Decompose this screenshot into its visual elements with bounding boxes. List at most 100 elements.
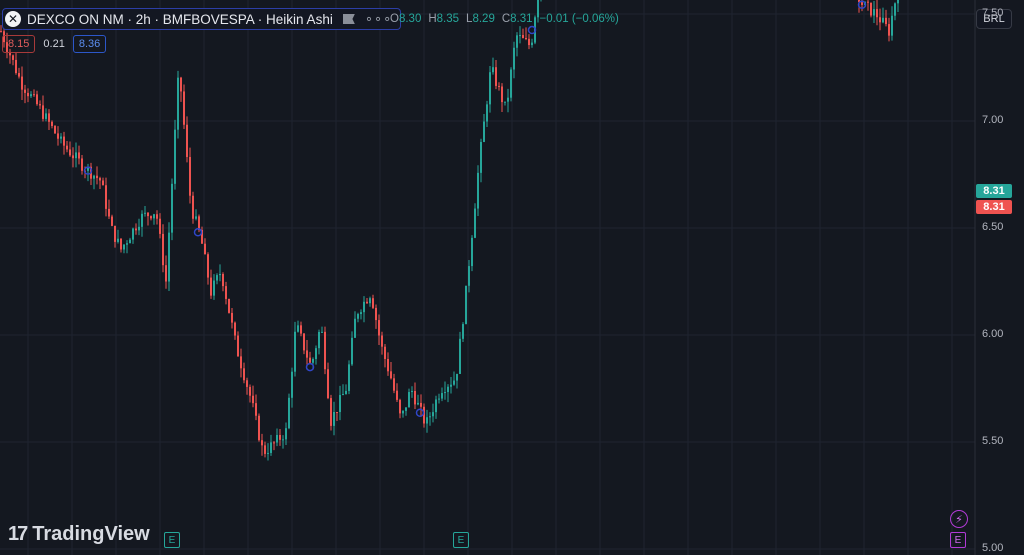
candle-up (507, 97, 509, 102)
candle-up (435, 399, 437, 413)
candle-up (291, 371, 293, 398)
spread-value: 0.21 (43, 38, 65, 50)
candle-down (225, 286, 227, 299)
candle-down (108, 208, 110, 217)
ask-button[interactable]: 8.36 (72, 35, 107, 53)
candle-up (504, 101, 506, 103)
candle-up (333, 411, 335, 426)
candle-down (204, 243, 206, 255)
y-tick-label: 7.50 (982, 7, 1004, 19)
price-chart[interactable] (0, 0, 1024, 555)
event-badge[interactable]: E (950, 532, 966, 548)
candle-up (342, 394, 344, 396)
candle-up (138, 226, 140, 231)
candle-down (330, 398, 332, 426)
candle-down (525, 37, 527, 39)
ohlc-values: O8.30 H8.35 L8.29 C8.31 −0.01 (−0.06%) (390, 13, 619, 25)
candle-up (117, 238, 119, 242)
candle-down (303, 333, 305, 351)
low-value: 8.29 (472, 13, 495, 25)
candle-down (159, 218, 161, 234)
candle-down (420, 402, 422, 407)
candle-down (396, 390, 398, 400)
chart-header: ✕ DEXCO ON NM · 2h · BMFBOVESPA · Heikin… (0, 0, 975, 34)
candle-up (486, 104, 488, 122)
candle-up (168, 232, 170, 282)
candle-up (417, 402, 419, 405)
chart-grid (0, 0, 976, 555)
candle-up (93, 175, 95, 179)
candle-up (297, 325, 299, 332)
candle-up (174, 129, 176, 184)
candle-down (57, 133, 59, 139)
candle-down (96, 175, 98, 179)
candle-down (255, 403, 257, 416)
candle-down (24, 89, 26, 93)
symbol-logo-icon: ✕ (5, 11, 21, 27)
bid-button[interactable]: 8.15 (2, 35, 36, 53)
y-tick-label: 5.00 (982, 542, 1004, 554)
bid-ask-row: 8.15 0.21 8.36 (2, 35, 107, 53)
candle-down (192, 195, 194, 219)
tradingview-watermark[interactable]: 17 TradingView (8, 523, 150, 546)
candle-down (162, 233, 164, 266)
candle-down (12, 55, 14, 60)
symbol-title[interactable]: DEXCO ON NM · 2h · BMFBOVESPA · Heikin A… (27, 12, 333, 27)
close-value: 8.31 (510, 13, 533, 25)
candle-down (222, 274, 224, 287)
candle-up (363, 301, 365, 313)
candle-up (447, 386, 449, 393)
candle-down (36, 94, 38, 105)
candle-down (237, 335, 239, 357)
high-value: 8.35 (436, 13, 460, 25)
candle-up (441, 393, 443, 399)
candle-down (147, 212, 149, 217)
candle-down (366, 301, 368, 304)
candle-down (18, 73, 20, 77)
candle-down (114, 225, 116, 242)
bolt-icon[interactable]: ⚡ (950, 510, 968, 528)
candle-up (456, 373, 458, 381)
candle-up (123, 244, 125, 250)
candle-up (126, 243, 128, 245)
open-label: O (390, 13, 399, 25)
candle-down (105, 185, 107, 209)
trade-marker (305, 362, 315, 372)
candle-down (495, 67, 497, 86)
candle-down (390, 371, 392, 379)
earnings-badge[interactable]: E (164, 532, 180, 548)
candle-down (207, 254, 209, 278)
candle-up (213, 280, 215, 296)
high-label: H (428, 13, 437, 25)
candle-down (198, 216, 200, 231)
candle-up (45, 113, 47, 119)
trade-marker (415, 408, 425, 418)
candle-up (321, 331, 323, 333)
candle-up (483, 121, 485, 142)
more-options-icon[interactable]: ∘∘∘ (365, 11, 392, 27)
candle-down (63, 136, 65, 146)
last-price-tag: 8.31 (976, 184, 1012, 198)
candle-up (438, 398, 440, 400)
candle-down (528, 38, 530, 46)
candle-up (489, 72, 491, 105)
flag-icon[interactable] (342, 14, 355, 24)
earnings-badge[interactable]: E (453, 532, 469, 548)
candle-up (195, 216, 197, 219)
candle-down (102, 180, 104, 186)
candle-up (132, 228, 134, 240)
candle-up (444, 392, 446, 394)
symbol-title-box[interactable]: ✕ DEXCO ON NM · 2h · BMFBOVESPA · Heikin… (2, 8, 402, 30)
candle-up (294, 331, 296, 372)
candle-down (393, 378, 395, 391)
candle-down (324, 331, 326, 370)
candle-up (453, 380, 455, 385)
candle-down (384, 346, 386, 359)
candle-up (267, 452, 269, 454)
candle-down (39, 104, 41, 106)
candle-up (276, 435, 278, 443)
change-value: −0.01 (−0.06%) (539, 13, 619, 25)
candle-up (318, 331, 320, 349)
candle-up (408, 392, 410, 408)
candle-up (141, 213, 143, 227)
